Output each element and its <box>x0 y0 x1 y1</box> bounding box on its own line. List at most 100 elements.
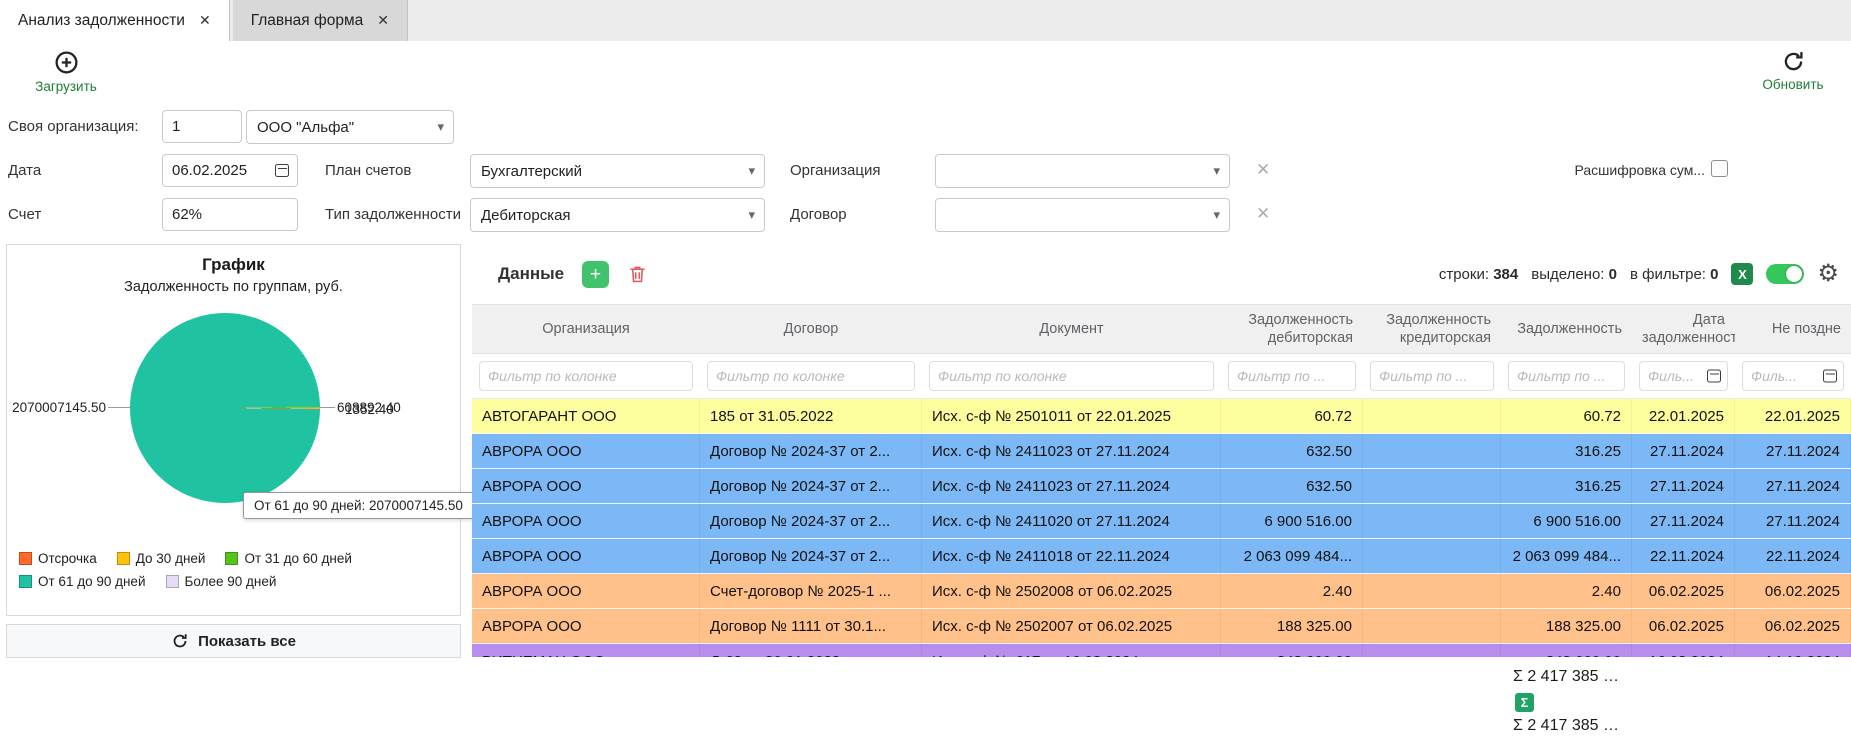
close-icon[interactable]: ✕ <box>199 12 211 29</box>
legend-item[interactable]: Отсрочка <box>19 551 97 566</box>
table-row[interactable]: АВРОРА ООО Договор № 2024-37 от 2... Исх… <box>472 504 1851 539</box>
plan-select[interactable]: Бухгалтерский ▾ <box>470 154 765 188</box>
own-org-select[interactable]: ООО "Альфа" ▾ <box>246 110 454 144</box>
cell-contract: Договор № 2024-37 от 2... <box>700 539 922 573</box>
table-row[interactable]: АВРОРА ООО Договор № 2024-37 от 2... Исх… <box>472 539 1851 574</box>
own-org-code-input[interactable] <box>162 110 242 143</box>
calendar-icon[interactable] <box>275 164 289 177</box>
cell-due: 14.10.2024 <box>1735 644 1851 657</box>
table-row[interactable]: АВТОГАРАНТ ООО 185 от 31.05.2022 Исх. с-… <box>472 399 1851 434</box>
gear-icon[interactable]: ⚙ <box>1817 262 1839 286</box>
cell-date: 27.11.2024 <box>1632 504 1735 538</box>
cell-date: 22.11.2024 <box>1632 539 1735 573</box>
column-header-contract[interactable]: Договор <box>700 320 922 338</box>
close-icon[interactable]: ✕ <box>377 12 389 29</box>
pie-chart[interactable] <box>130 313 320 503</box>
table-row[interactable]: АВРОРА ООО Договор № 1111 от 30.1... Исх… <box>472 609 1851 644</box>
filter-cell <box>472 361 700 391</box>
tab[interactable]: Главная форма ✕ <box>233 0 408 41</box>
filter-input-document[interactable] <box>929 361 1214 391</box>
contract-select[interactable]: ▾ <box>935 198 1230 232</box>
table-filter-row <box>472 354 1851 399</box>
cell-organization: АВРОРА ООО <box>472 539 700 573</box>
main-toolbar: Загрузить Обновить <box>0 41 1851 107</box>
filter-input-contract[interactable] <box>707 361 915 391</box>
filter-input-credit[interactable] <box>1370 361 1494 391</box>
filtered-count: в фильтре: 0 <box>1630 266 1719 283</box>
selected-count-value: 0 <box>1609 266 1617 283</box>
filter-input-organization[interactable] <box>479 361 693 391</box>
column-header-credit[interactable]: Задолженность кредиторская <box>1363 311 1501 347</box>
decode-sums-checkbox[interactable] <box>1711 160 1728 177</box>
clear-organization-icon[interactable]: ✕ <box>1256 160 1270 180</box>
legend-swatch <box>19 552 32 565</box>
rows-count-value: 384 <box>1493 266 1518 283</box>
legend-item[interactable]: До 30 дней <box>117 551 206 566</box>
filter-input-debt[interactable] <box>1508 361 1625 391</box>
grid-status-cluster: строки: 384 выделено: 0 в фильтре: 0 X ⚙ <box>1439 262 1851 286</box>
table-row[interactable]: АВРОРА ООО Договор № 2024-37 от 2... Исх… <box>472 469 1851 504</box>
calendar-icon[interactable] <box>1707 370 1721 383</box>
column-header-due[interactable]: Не поздне <box>1735 320 1851 338</box>
table-row[interactable]: АВРОРА ООО Договор № 2024-37 от 2... Исх… <box>472 434 1851 469</box>
organization-label: Организация <box>790 162 880 179</box>
legend-item[interactable]: От 61 до 90 дней <box>19 574 146 589</box>
cell-date: 16.08.2024 <box>1632 644 1735 657</box>
cell-debit: 343 000.00 <box>1221 644 1363 657</box>
load-button[interactable]: Загрузить <box>18 49 114 94</box>
load-label: Загрузить <box>35 79 97 94</box>
cell-debit: 60.72 <box>1221 399 1363 433</box>
show-all-button[interactable]: Показать все <box>6 624 461 658</box>
clear-contract-icon[interactable]: ✕ <box>1256 204 1270 224</box>
cell-credit <box>1363 644 1501 657</box>
date-label: Дата <box>8 162 41 179</box>
filter-cell <box>700 361 922 391</box>
filter-row-own-org: Своя организация: ООО "Альфа" ▾ <box>0 108 1851 148</box>
column-header-document[interactable]: Документ <box>922 320 1221 338</box>
cell-organization: АВТОГАРАНТ ООО <box>472 399 700 433</box>
column-header-debit[interactable]: Задолженность дебиторская <box>1221 311 1363 347</box>
account-input[interactable] <box>162 198 298 231</box>
tab[interactable]: Анализ задолженности ✕ <box>0 0 230 41</box>
legend-item[interactable]: Более 90 дней <box>166 574 277 589</box>
filter-cell <box>1501 361 1632 391</box>
refresh-label: Обновить <box>1762 77 1823 92</box>
cell-debt: 316.25 <box>1501 434 1632 468</box>
column-header-date[interactable]: Дата задолженност <box>1632 311 1735 347</box>
legend-item[interactable]: От 31 до 60 дней <box>225 551 352 566</box>
filtered-count-label: в фильтре: <box>1630 266 1706 283</box>
cell-debit: 2.40 <box>1221 574 1363 608</box>
delete-row-button[interactable] <box>627 263 648 285</box>
color-toggle[interactable] <box>1766 264 1804 284</box>
organization-select[interactable]: ▾ <box>935 154 1230 188</box>
column-header-organization[interactable]: Организация <box>472 320 700 338</box>
refresh-icon <box>1781 49 1806 74</box>
add-row-button[interactable]: + <box>582 261 609 288</box>
calendar-icon[interactable] <box>1823 370 1837 383</box>
filter-cell <box>1221 361 1363 391</box>
cell-document: Исх. с-ф № 2501011 от 22.01.2025 <box>922 399 1221 433</box>
table-row[interactable]: АВРОРА ООО Счет-договор № 2025-1 ... Исх… <box>472 574 1851 609</box>
legend-swatch <box>19 575 32 588</box>
table-row[interactable]: ВИТНЕМАН ООО Д-62 от 30.01.2023 Исх. с-ф… <box>472 644 1851 657</box>
legend-swatch <box>166 575 179 588</box>
chevron-down-icon: ▾ <box>1213 207 1220 223</box>
legend-swatch <box>225 552 238 565</box>
decode-sums-label: Расшифровка сум... <box>1575 162 1705 178</box>
refresh-button[interactable]: Обновить <box>1745 49 1841 92</box>
chevron-down-icon: ▾ <box>437 119 444 135</box>
cell-organization: АВРОРА ООО <box>472 469 700 503</box>
column-header-debt[interactable]: Задолженность <box>1501 320 1632 338</box>
cell-credit <box>1363 574 1501 608</box>
cell-organization: АВРОРА ООО <box>472 609 700 643</box>
debt-type-select[interactable]: Дебиторская ▾ <box>470 198 765 232</box>
excel-export-icon[interactable]: X <box>1731 263 1753 285</box>
filter-input-debit[interactable] <box>1228 361 1356 391</box>
leader-line-right <box>320 407 335 408</box>
toggle-knob <box>1786 266 1802 282</box>
sigma-badge[interactable]: Σ <box>1515 693 1534 712</box>
cell-date: 27.11.2024 <box>1632 469 1735 503</box>
plan-selected-value: Бухгалтерский <box>481 163 582 180</box>
cell-date: 06.02.2025 <box>1632 609 1735 643</box>
own-org-label: Своя организация: <box>8 118 139 135</box>
